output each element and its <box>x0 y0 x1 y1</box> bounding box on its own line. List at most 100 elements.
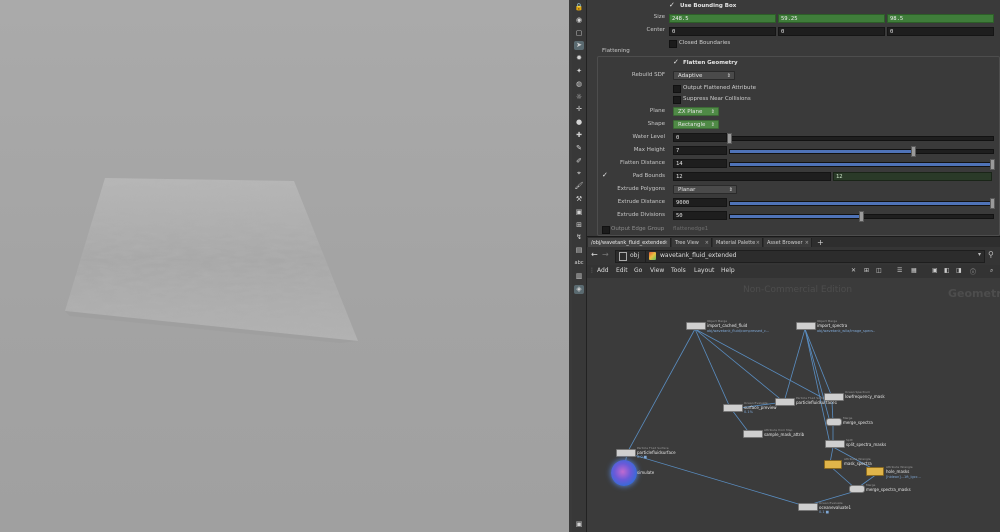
extrude-divisions-knob[interactable] <box>858 211 864 222</box>
dependency-icon[interactable]: ◫ <box>876 267 882 274</box>
menu-edit[interactable]: Edit <box>616 267 628 274</box>
pad-bounds-field-2[interactable]: 12 <box>833 172 992 181</box>
pad-bounds-field-1[interactable]: 12 <box>673 172 831 181</box>
network-editor[interactable]: Non-Commercial Edition Geometry Object M <box>587 278 1000 532</box>
center-x-field[interactable]: 0 <box>669 27 776 36</box>
node-split-spectra-masks[interactable] <box>825 440 845 448</box>
spot-light-icon[interactable]: ◍ <box>574 80 584 89</box>
node-oceanevaluate1[interactable] <box>798 503 818 511</box>
snap-icon[interactable]: ⊞ <box>574 221 584 230</box>
paint-icon[interactable]: 🖌 <box>574 182 584 191</box>
node-merge-spectra-masks[interactable] <box>849 485 865 493</box>
back-arrow-icon[interactable]: ← <box>591 250 598 259</box>
node-lowfrequency-mask[interactable] <box>824 393 844 401</box>
node-mask-spectra[interactable] <box>824 460 842 469</box>
center-y-field[interactable]: 0 <box>778 27 885 36</box>
shelf-menu-icon[interactable]: ▣ <box>574 520 584 529</box>
extrude-distance-slider[interactable] <box>729 201 994 206</box>
flatten-distance-knob[interactable] <box>990 159 995 170</box>
menu-add[interactable]: Add <box>597 267 609 274</box>
scene-viewport[interactable] <box>0 0 570 532</box>
extrude-polygons-menu[interactable]: Planar ⇕ <box>673 185 737 194</box>
select-icon[interactable]: ➤ <box>574 41 584 51</box>
info-icon[interactable]: ⓘ <box>970 267 976 276</box>
palette-icon[interactable]: ◨ <box>956 267 962 274</box>
lock-icon[interactable]: 🔒 <box>574 3 584 12</box>
tab-asset-browser-label: Asset Browser <box>767 240 803 246</box>
menu-tools[interactable]: Tools <box>671 267 686 274</box>
color-icon[interactable]: ◧ <box>944 267 950 274</box>
use-bounding-box-checkbox[interactable] <box>669 3 675 9</box>
forward-arrow-icon[interactable]: → <box>602 250 609 259</box>
node-merge-spectra[interactable] <box>826 418 842 426</box>
flatten-geometry-checkbox[interactable] <box>673 60 679 66</box>
extrude-distance-knob[interactable] <box>990 198 995 209</box>
max-height-field[interactable]: 7 <box>673 146 727 155</box>
tools-icon[interactable]: ✕ <box>851 267 856 274</box>
extrude-distance-field[interactable]: 9000 <box>673 198 727 207</box>
display-icon[interactable]: ◈ <box>574 284 584 294</box>
light-icon[interactable]: ✹ <box>574 54 584 63</box>
node-simulate[interactable] <box>611 460 637 486</box>
sculpt-icon[interactable]: ⚒ <box>574 195 584 204</box>
suppress-near-checkbox[interactable] <box>673 96 681 104</box>
search-icon[interactable]: ⌕ <box>990 267 993 275</box>
rebuild-sdf-menu[interactable]: Adaptive ⇕ <box>673 71 735 80</box>
point-light-icon[interactable]: ✦ <box>574 67 584 76</box>
chevron-down-icon[interactable]: ▾ <box>978 251 981 258</box>
node-label: sample_mask_attrib <box>764 432 805 437</box>
output-edge-group-checkbox[interactable] <box>602 226 610 234</box>
extrude-divisions-field[interactable]: 50 <box>673 211 727 220</box>
shape-menu[interactable]: Rectangle ⇕ <box>673 120 719 129</box>
max-height-slider[interactable] <box>729 149 994 154</box>
flatten-distance-field[interactable]: 14 <box>673 159 727 168</box>
center-label: Center <box>646 27 665 33</box>
text-icon[interactable]: abc <box>574 259 584 268</box>
pad-bounds-label: Pad Bounds <box>632 173 665 179</box>
menu-view[interactable]: View <box>650 267 664 274</box>
menu-go[interactable]: Go <box>634 267 642 274</box>
size-z-field[interactable]: 98.5 <box>887 14 994 23</box>
sphere-icon[interactable]: ● <box>574 118 584 127</box>
warp-icon[interactable]: ↯ <box>574 233 584 242</box>
parameter-pane: ✓ Use Bounding Box Size 248.5 59.25 98.5… <box>587 0 1000 236</box>
output-flattened-checkbox[interactable] <box>673 85 681 93</box>
box-icon[interactable]: ▣ <box>574 208 584 217</box>
pose-icon[interactable]: ⌖ <box>574 169 584 178</box>
center-z-field[interactable]: 0 <box>887 27 994 36</box>
water-level-knob[interactable] <box>727 133 732 144</box>
closed-boundaries-checkbox[interactable] <box>669 40 677 48</box>
pin-icon[interactable]: ⚲ <box>988 250 994 259</box>
menu-layout[interactable]: Layout <box>694 267 714 274</box>
node-import-cached-fluid[interactable] <box>686 322 706 330</box>
layout-icon[interactable]: ⊞ <box>864 267 869 274</box>
node-surface-preview[interactable] <box>723 404 743 412</box>
node-particlefluidsurface[interactable] <box>616 449 636 457</box>
path-current-segment[interactable]: wavetank_fluid_extended ▾ <box>645 250 985 263</box>
image-icon[interactable]: ▣ <box>932 267 938 274</box>
render-icon[interactable]: ▥ <box>574 272 584 281</box>
node-import-spectra[interactable] <box>796 322 816 330</box>
edit-icon[interactable]: ✐ <box>574 157 584 166</box>
size-y-field[interactable]: 59.25 <box>778 14 885 23</box>
node-hole-masks[interactable] <box>866 467 884 476</box>
menu-help[interactable]: Help <box>721 267 735 274</box>
node-sample-mask-attrib[interactable] <box>743 430 763 438</box>
size-x-field[interactable]: 248.5 <box>669 14 776 23</box>
water-level-slider[interactable] <box>729 136 994 141</box>
plane-menu[interactable]: ZX Plane ⇕ <box>673 107 719 116</box>
path-current-label: wavetank_fluid_extended <box>660 252 737 259</box>
bounds-icon[interactable]: ▢ <box>574 29 584 38</box>
grid-icon[interactable]: ▦ <box>911 267 917 274</box>
water-level-field[interactable]: 0 <box>673 133 727 142</box>
add-point-icon[interactable]: ✚ <box>574 131 584 140</box>
fill-icon[interactable]: ▤ <box>574 246 584 255</box>
node-particlefluidsurface1[interactable] <box>775 398 795 406</box>
max-height-knob[interactable] <box>911 146 917 157</box>
flatten-distance-slider[interactable] <box>729 162 994 167</box>
brush-icon[interactable]: ✎ <box>574 144 584 153</box>
list-icon[interactable]: ☰ <box>897 267 902 274</box>
camera-icon[interactable]: ◉ <box>574 16 584 25</box>
env-light-icon[interactable]: ☼ <box>574 93 584 102</box>
handle-icon[interactable]: ✛ <box>574 105 584 114</box>
